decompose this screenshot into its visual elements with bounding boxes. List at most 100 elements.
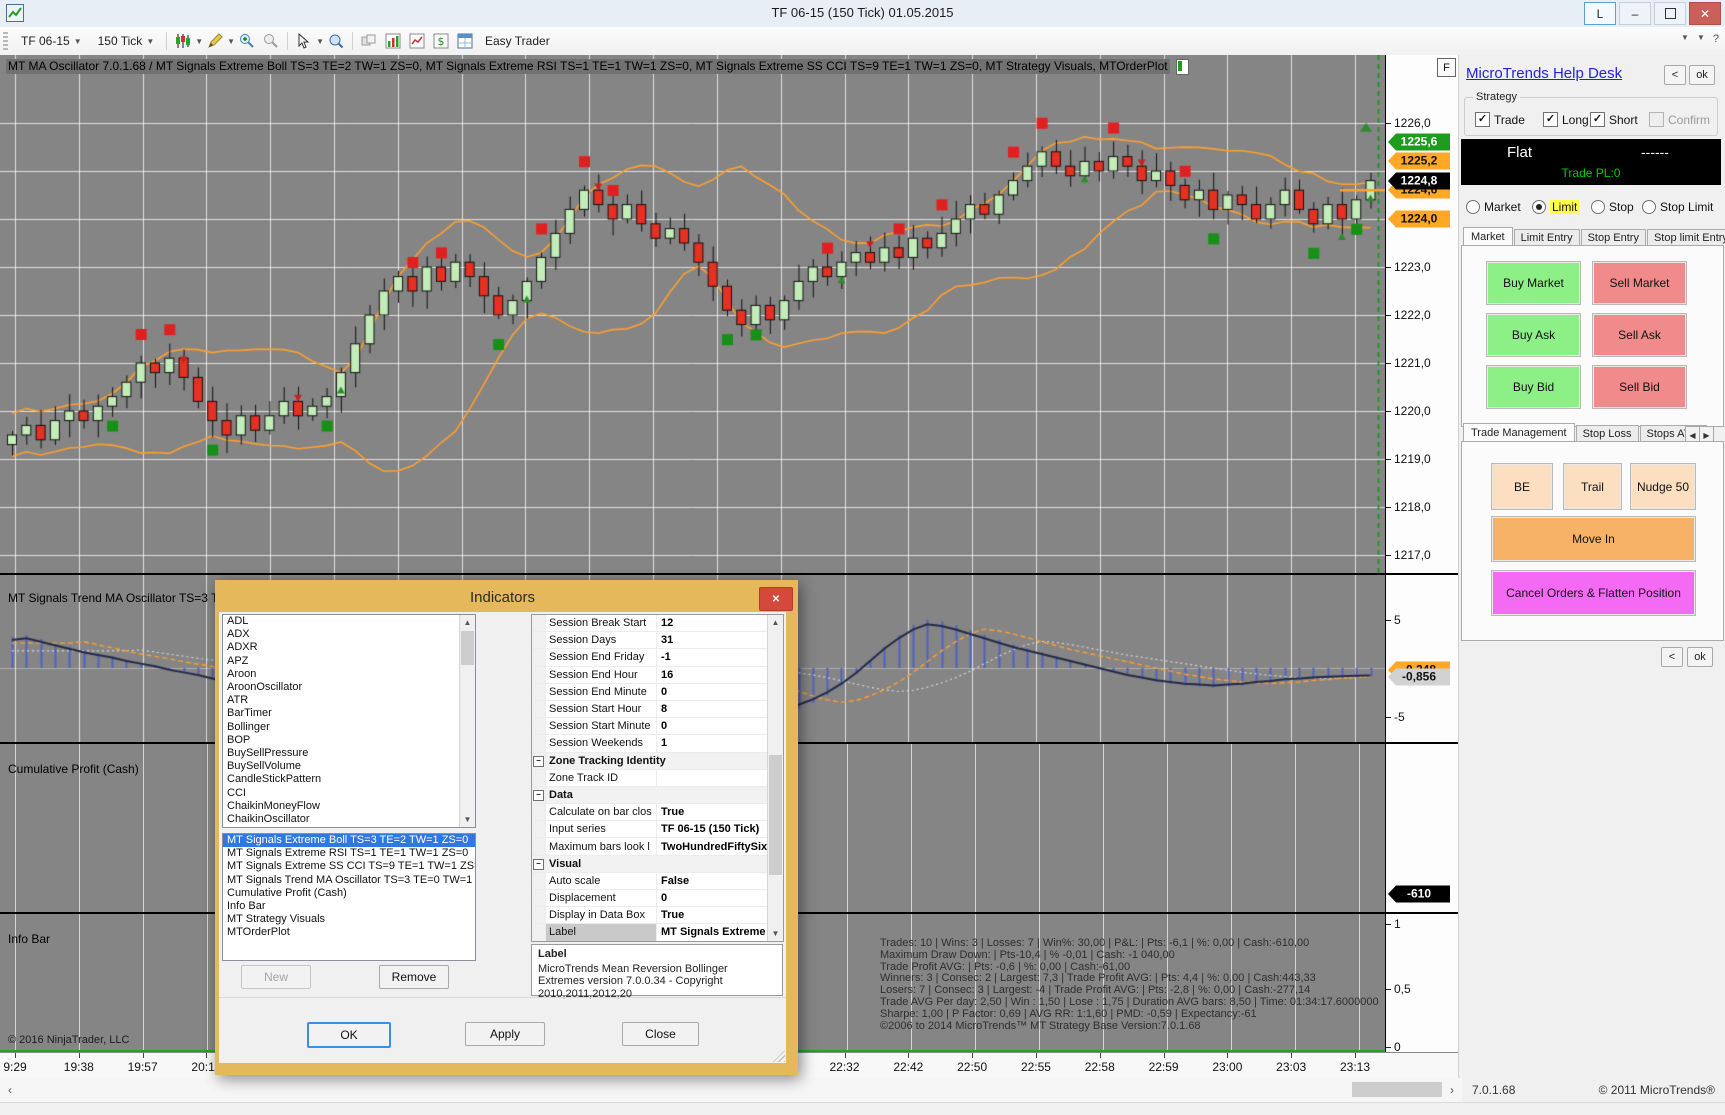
property-value[interactable]: 0 <box>657 892 783 904</box>
property-value[interactable]: 1 <box>657 737 783 749</box>
checkbox-short[interactable]: ✓Short <box>1590 112 1638 127</box>
property-row[interactable]: Session Days31 <box>532 632 783 649</box>
chevron-down-icon[interactable]: ▼ <box>195 37 203 46</box>
tab-stop-limit-entry[interactable]: Stop limit Entry <box>1647 229 1725 246</box>
property-row[interactable]: Display in Data BoxTrue <box>532 907 783 924</box>
configured-indicator-item[interactable]: MT Signals Extreme RSI TS=1 TE=1 TW=1 ZS… <box>223 847 475 860</box>
help-icon[interactable]: ? <box>1713 33 1719 45</box>
move-in-button[interactable]: Move In <box>1491 516 1696 562</box>
chevron-down-icon[interactable]: ▼ <box>227 37 235 46</box>
h-scrollbar-thumb[interactable] <box>1352 1082 1442 1097</box>
configured-indicator-item[interactable]: MT Signals Trend MA Oscillator TS=3 TE=0… <box>223 874 475 887</box>
price-chart-canvas[interactable] <box>0 55 1385 573</box>
property-row[interactable]: Session Break Start12 <box>532 615 783 632</box>
property-value[interactable]: 8 <box>657 703 783 715</box>
trail-button[interactable]: Trail <box>1563 463 1622 510</box>
indicator-item[interactable]: BarTimer <box>223 707 475 720</box>
collapse-icon[interactable]: − <box>533 790 544 801</box>
scroll-down-icon[interactable]: ▼ <box>768 926 783 941</box>
property-row[interactable]: Auto scaleFalse <box>532 873 783 890</box>
scroll-right-button[interactable]: › <box>1444 1081 1460 1098</box>
tab-market[interactable]: Market <box>1463 227 1513 247</box>
close-dialog-button[interactable]: Close <box>622 1022 699 1046</box>
property-row[interactable]: LabelMT Signals Extreme <box>532 924 783 941</box>
indicator-item[interactable]: APZ <box>223 655 475 668</box>
button-sell-ask[interactable]: Sell Ask <box>1592 313 1687 357</box>
drawing-tools-button[interactable] <box>204 31 226 51</box>
property-row[interactable]: −Data <box>532 787 783 804</box>
property-value[interactable]: 0 <box>657 720 783 732</box>
indicator-item[interactable]: BuySellVolume <box>223 760 475 773</box>
maximize-button[interactable] <box>1654 2 1686 25</box>
property-value[interactable]: 31 <box>657 634 783 646</box>
chevron-down-icon[interactable]: ▼ <box>316 37 324 46</box>
property-row[interactable]: Session End Friday-1 <box>532 649 783 666</box>
chart-style-button[interactable] <box>172 31 194 51</box>
property-value[interactable]: True <box>657 909 783 921</box>
profit-axis[interactable]: -610 <box>1385 744 1459 914</box>
grid-button[interactable] <box>454 31 476 51</box>
scrollbar-thumb[interactable] <box>769 755 782 875</box>
property-row[interactable]: Displacement0 <box>532 890 783 907</box>
fixed-scale-button[interactable]: F <box>1437 58 1456 77</box>
scrollbar-thumb[interactable] <box>461 631 474 665</box>
toolbar-grip[interactable] <box>3 32 8 50</box>
property-value[interactable]: MT Signals Extreme <box>657 926 783 938</box>
breakeven-button[interactable]: BE <box>1491 463 1553 510</box>
collapse-icon[interactable]: − <box>533 756 544 767</box>
indicator-item[interactable]: Bollinger <box>223 721 475 734</box>
tab-stop-entry[interactable]: Stop Entry <box>1581 229 1646 246</box>
property-value[interactable]: 16 <box>657 669 783 681</box>
property-row[interactable]: Calculate on bar closTrue <box>532 804 783 821</box>
ok-dialog-button[interactable]: OK <box>307 1022 391 1048</box>
radio-limit[interactable]: Limit <box>1532 200 1579 214</box>
layout-button[interactable]: L <box>1584 2 1616 25</box>
configured-indicator-item[interactable]: MTOrderPlot <box>223 926 475 939</box>
ok-button[interactable]: ok <box>1689 65 1715 85</box>
radio-market[interactable]: Market <box>1466 200 1521 214</box>
cursor-tool-button[interactable] <box>293 31 315 51</box>
oscillator-axis[interactable]: 5-5-0,248-0,856 <box>1385 575 1459 744</box>
minimize-button[interactable]: – <box>1619 2 1651 25</box>
tab-stop-loss[interactable]: Stop Loss <box>1576 425 1639 442</box>
scroll-up-icon[interactable]: ▲ <box>460 615 475 630</box>
button-buy-bid[interactable]: Buy Bid <box>1486 365 1581 409</box>
nudge-button[interactable]: Nudge 50 <box>1630 463 1696 510</box>
property-value[interactable]: 0 <box>657 686 783 698</box>
indicator-item[interactable]: ChaikinOscillator <box>223 813 475 826</box>
indicator-item[interactable]: AroonOscillator <box>223 681 475 694</box>
property-value[interactable]: TF 06-15 (150 Tick) <box>657 823 783 835</box>
property-row[interactable]: −Zone Tracking Identity <box>532 753 783 770</box>
checkbox-trade[interactable]: ✓Trade <box>1475 112 1525 127</box>
dialog-close-button[interactable]: ✕ <box>759 587 793 611</box>
property-value[interactable]: -1 <box>657 651 783 663</box>
property-row[interactable]: Session End Minute0 <box>532 684 783 701</box>
chevron-down-icon[interactable]: ▼ <box>1681 33 1689 45</box>
ok-button-bottom[interactable]: ok <box>1687 647 1713 667</box>
configured-indicator-item[interactable]: MT Strategy Visuals <box>223 913 475 926</box>
remove-button[interactable]: Remove <box>379 965 449 989</box>
info-axis[interactable]: 10,50 <box>1385 914 1459 1054</box>
button-sell-bid[interactable]: Sell Bid <box>1592 365 1687 409</box>
scroll-up-icon[interactable]: ▲ <box>768 615 783 630</box>
properties-grid[interactable]: Session Break Start12Session Days31Sessi… <box>531 614 784 942</box>
checkbox-confirm[interactable]: Confirm <box>1649 112 1710 127</box>
data-box-button[interactable] <box>325 31 347 51</box>
collapse-button[interactable]: < <box>1664 65 1686 85</box>
scroll-left-button[interactable]: ‹ <box>2 1081 18 1098</box>
apply-button[interactable]: Apply <box>465 1022 545 1046</box>
property-value[interactable]: TwoHundredFiftySix <box>657 841 783 853</box>
collapse-button-bottom[interactable]: < <box>1661 647 1683 667</box>
market-analyzer-button[interactable] <box>382 31 404 51</box>
configured-indicators-list[interactable]: MT Signals Extreme Boll TS=3 TE=2 TW=1 Z… <box>222 833 476 961</box>
price-axis[interactable]: F 1226,01223,01222,01221,01220,01219,012… <box>1385 55 1459 573</box>
h-scrollbar-track[interactable] <box>0 1078 1462 1102</box>
link-windows-button[interactable] <box>358 31 380 51</box>
indicator-item[interactable]: CCI <box>223 787 475 800</box>
title-bar[interactable]: TF 06-15 (150 Tick) 01.05.2015 L – ✕ <box>0 0 1725 28</box>
property-row[interactable]: Session Start Minute0 <box>532 718 783 735</box>
button-buy-market[interactable]: Buy Market <box>1486 261 1581 305</box>
property-value[interactable]: 12 <box>657 617 783 629</box>
chevron-down-icon[interactable]: ▼ <box>1697 33 1705 45</box>
indicator-item[interactable]: Aroon <box>223 668 475 681</box>
